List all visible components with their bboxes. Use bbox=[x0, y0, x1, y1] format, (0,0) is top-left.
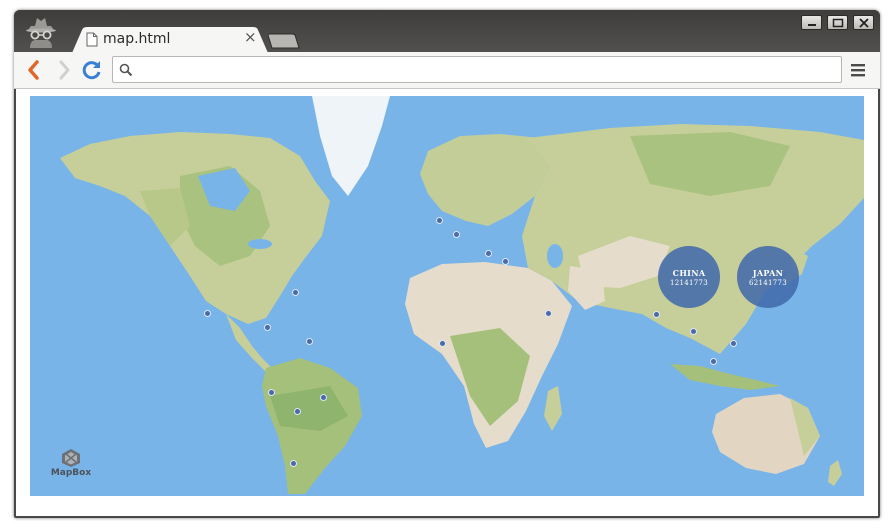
window-close-icon[interactable] bbox=[853, 15, 874, 30]
bubble-china[interactable]: CHINA 12141773 bbox=[658, 246, 720, 308]
bubble-label: JAPAN bbox=[752, 268, 784, 278]
incognito-icon bbox=[24, 16, 58, 48]
map-marker[interactable] bbox=[439, 340, 446, 347]
mapbox-label: MapBox bbox=[50, 468, 92, 478]
map-marker[interactable] bbox=[204, 310, 211, 317]
page-content: CHINA 12141773 JAPAN 62141773 MapBox bbox=[16, 89, 878, 516]
maximize-icon[interactable] bbox=[827, 15, 848, 30]
new-tab-button[interactable] bbox=[267, 33, 300, 49]
mapbox-logo[interactable]: MapBox bbox=[50, 448, 92, 482]
map-tiles bbox=[30, 96, 864, 496]
title-bar: map.html × bbox=[14, 10, 880, 53]
minimize-icon[interactable] bbox=[801, 15, 822, 30]
bubble-value: 62141773 bbox=[748, 279, 788, 287]
tab-map[interactable]: map.html × bbox=[72, 27, 268, 53]
map-marker[interactable] bbox=[730, 340, 737, 347]
reload-icon[interactable] bbox=[80, 58, 104, 82]
bubble-value: 12141773 bbox=[669, 279, 709, 287]
menu-icon[interactable] bbox=[848, 60, 868, 80]
map-marker[interactable] bbox=[545, 310, 552, 317]
file-icon bbox=[86, 32, 98, 47]
map-marker[interactable] bbox=[292, 289, 299, 296]
browser-window: map.html × CHINA 12141773 JAPAN 62141773… bbox=[14, 10, 880, 518]
map-marker[interactable] bbox=[264, 324, 271, 331]
browser-toolbar bbox=[14, 52, 880, 89]
map-marker[interactable] bbox=[690, 328, 697, 335]
map-marker[interactable] bbox=[485, 250, 492, 257]
map-marker[interactable] bbox=[306, 338, 313, 345]
tab-title: map.html bbox=[103, 31, 171, 47]
map-marker[interactable] bbox=[294, 408, 301, 415]
world-map[interactable]: CHINA 12141773 JAPAN 62141773 MapBox bbox=[30, 96, 864, 496]
map-marker[interactable] bbox=[453, 231, 460, 238]
map-marker[interactable] bbox=[710, 358, 717, 365]
search-icon bbox=[118, 62, 134, 78]
mapbox-icon bbox=[62, 449, 80, 467]
bubble-japan[interactable]: JAPAN 62141773 bbox=[737, 246, 799, 308]
address-bar[interactable] bbox=[112, 56, 842, 83]
map-marker[interactable] bbox=[502, 258, 509, 265]
bubble-label: CHINA bbox=[672, 268, 706, 278]
close-icon[interactable]: × bbox=[244, 28, 257, 46]
forward-icon[interactable] bbox=[52, 58, 76, 82]
map-marker[interactable] bbox=[290, 460, 297, 467]
map-marker[interactable] bbox=[436, 217, 443, 224]
map-marker[interactable] bbox=[320, 394, 327, 401]
map-marker[interactable] bbox=[268, 389, 275, 396]
url-input[interactable] bbox=[138, 60, 828, 79]
map-marker[interactable] bbox=[653, 311, 660, 318]
back-icon[interactable] bbox=[22, 58, 46, 82]
